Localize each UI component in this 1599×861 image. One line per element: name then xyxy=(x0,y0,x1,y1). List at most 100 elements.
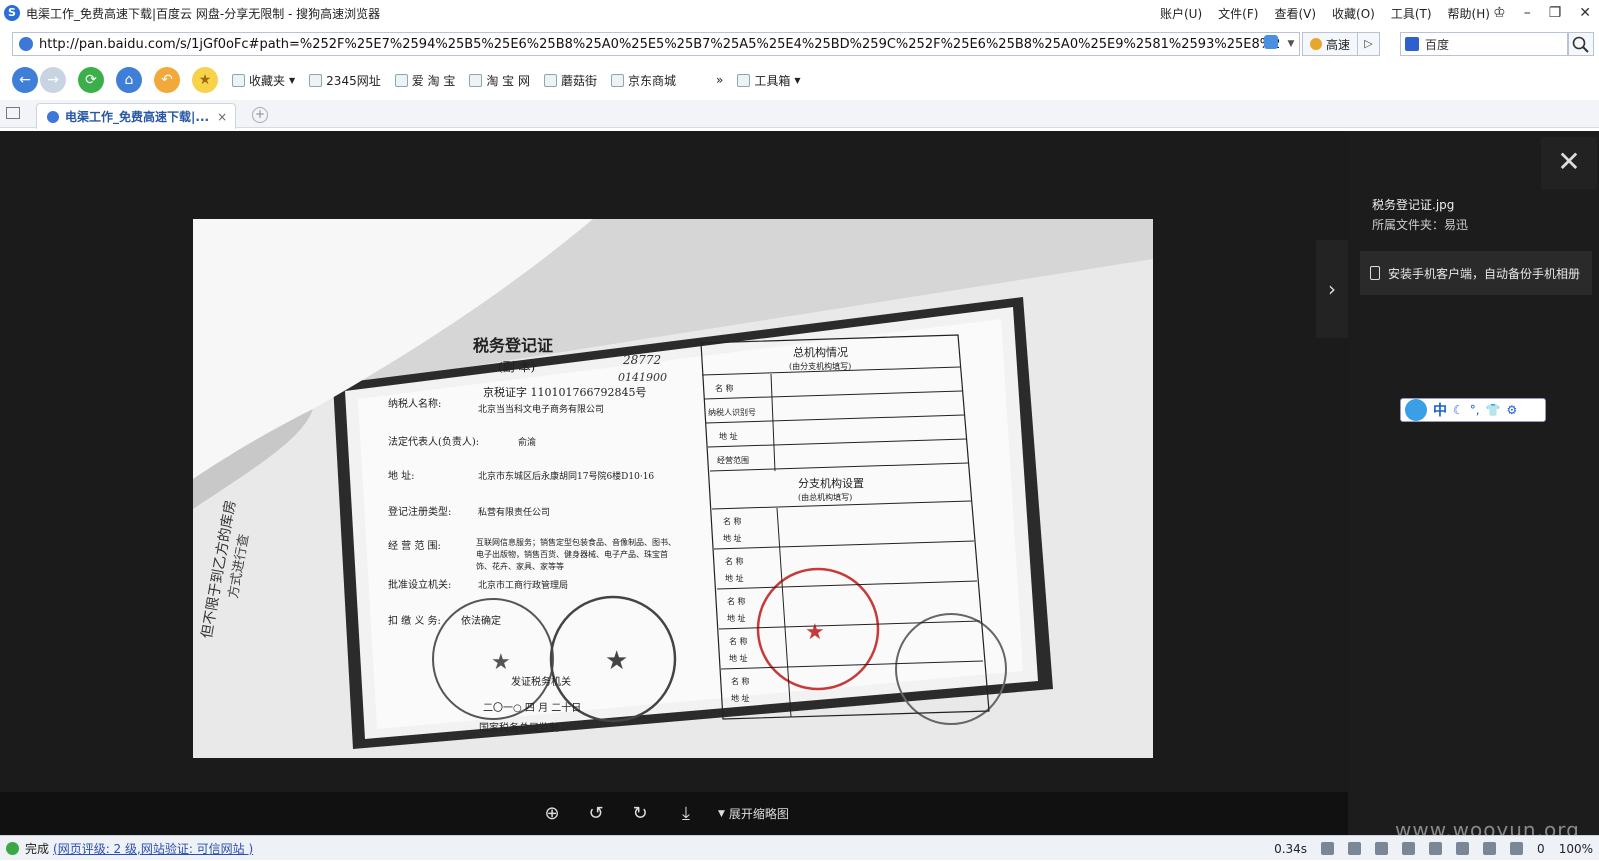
skin-shirt-icon[interactable]: 👕 xyxy=(1486,403,1501,417)
tab-close-button[interactable]: × xyxy=(217,110,227,124)
toolbox-menu[interactable]: 工具箱 ▼ xyxy=(737,72,801,89)
branch-row-label: 地 址 xyxy=(731,693,750,703)
row-value: 北京当当科文电子商务有限公司 xyxy=(478,403,604,415)
address-dropdown-icon[interactable]: ▼ xyxy=(1284,32,1298,56)
refresh-button[interactable]: ⟳ xyxy=(78,67,104,93)
close-window-button[interactable]: ✕ xyxy=(1579,5,1591,21)
page-rating-link[interactable]: (网页评级: 2 级,网站验证: 可信网站 ) xyxy=(53,840,253,857)
back-button[interactable]: ← xyxy=(12,67,38,93)
bookmarks-more-button[interactable]: » xyxy=(716,73,723,87)
download-icon[interactable]: ⤓ xyxy=(674,802,698,826)
bookmark-mogujie[interactable]: 蘑菇街 xyxy=(544,72,597,89)
expand-thumbnails-button[interactable]: ▼ 展开缩略图 xyxy=(718,805,789,822)
speed-readout: 0.34s xyxy=(1274,841,1308,856)
home-button[interactable]: ⌂ xyxy=(116,67,142,93)
zoom-in-icon[interactable]: ⊕ xyxy=(540,802,564,826)
search-button[interactable] xyxy=(1568,32,1594,56)
punctuation-icon[interactable]: °, xyxy=(1470,403,1480,417)
security-shield-icon[interactable] xyxy=(1264,35,1278,49)
eye-icon[interactable] xyxy=(1510,842,1524,855)
row-value: 北京市东城区后永康胡同17号院6楼D10·16 xyxy=(478,470,654,482)
forward-button[interactable]: → xyxy=(40,67,66,93)
right-row-label: 纳税人识别号 xyxy=(708,407,756,417)
go-button[interactable]: ▷ xyxy=(1358,32,1380,56)
menu-file[interactable]: 文件(F) xyxy=(1218,5,1258,22)
next-image-button[interactable]: › xyxy=(1316,240,1348,338)
bookmark-icon xyxy=(469,73,483,87)
search-engine-label: 百度 xyxy=(1425,37,1450,52)
branch-row-label: 地 址 xyxy=(729,653,748,663)
row-label: 登记注册类型: xyxy=(388,505,451,518)
close-viewer-button[interactable]: ✕ xyxy=(1541,137,1597,189)
address-bar[interactable]: http://pan.baidu.com/s/1jGf0oFc#path=%25… xyxy=(12,32,1300,56)
download-tray-icon[interactable] xyxy=(1375,842,1389,855)
row-label: 法定代表人(负责人): xyxy=(388,435,479,448)
favorites-menu[interactable]: 收藏夹 ▼ xyxy=(232,72,295,89)
bookmark-icon xyxy=(394,73,408,87)
row-value: 私营有限责任公司 xyxy=(478,506,550,518)
row-label: 扣 缴 义 务: xyxy=(388,614,441,627)
branch-row-label: 名 称 xyxy=(727,596,746,606)
row-value: 北京市工商行政管理局 xyxy=(478,579,568,591)
cert-number: 京税证字 110101766792845号 xyxy=(483,385,646,399)
bookmark-2345[interactable]: 2345网址 xyxy=(309,72,381,89)
bookmark-aitaobao[interactable]: 爱 淘 宝 xyxy=(394,72,456,89)
chevron-down-icon: ▼ xyxy=(794,75,801,85)
branch-row-label: 名 称 xyxy=(731,676,750,686)
menu-view[interactable]: 查看(V) xyxy=(1274,5,1316,22)
expand-thumbnails-label: 展开缩略图 xyxy=(728,807,789,821)
menu-help[interactable]: 帮助(H) xyxy=(1448,5,1490,22)
favorites-label: 收藏夹 xyxy=(249,73,286,88)
branch-header: 分支机构设置 xyxy=(798,476,864,490)
bookmark-jd[interactable]: 京东商城 xyxy=(611,72,676,89)
zoom-level[interactable]: 100% xyxy=(1559,842,1593,856)
search-input[interactable]: 百度 xyxy=(1400,32,1568,56)
maximize-button[interactable]: ❐ xyxy=(1549,5,1562,21)
bookmark-label: 爱 淘 宝 xyxy=(411,73,456,88)
favorite-star-button[interactable]: ★ xyxy=(192,67,218,93)
new-tab-button[interactable]: + xyxy=(252,107,268,123)
supervised-line: 国家税务总局监制 xyxy=(479,721,559,734)
tab-active[interactable]: 电渠工作_免费高速下载|... × xyxy=(36,103,236,129)
status-text: 完成 xyxy=(25,841,50,856)
window-icon[interactable] xyxy=(1483,842,1497,855)
issuer-line: 发证税务机关 xyxy=(511,675,571,688)
doc-title: 税务登记证 xyxy=(473,336,553,355)
settings-gear-icon[interactable]: ⚙ xyxy=(1507,403,1518,417)
undo-close-button[interactable]: ↶ xyxy=(154,67,180,93)
branch-row-label: 地 址 xyxy=(725,573,744,583)
skin-icon[interactable]: ♔ xyxy=(1493,5,1506,21)
menu-account[interactable]: 账户(U) xyxy=(1160,5,1202,22)
minimize-button[interactable]: – xyxy=(1524,5,1531,21)
menu-favorites[interactable]: 收藏(O) xyxy=(1332,5,1375,22)
bookmark-label: 京东商城 xyxy=(628,73,677,88)
home-tray-icon[interactable] xyxy=(1429,842,1443,855)
rotate-left-icon[interactable]: ↺ xyxy=(584,802,608,826)
rotate-right-icon[interactable]: ↻ xyxy=(628,802,652,826)
sidebar-toggle-icon[interactable] xyxy=(6,107,20,119)
branch-row-label: 名 称 xyxy=(729,636,748,646)
volume-icon[interactable] xyxy=(1402,842,1416,855)
bookmark-label: 淘 宝 网 xyxy=(486,73,530,88)
cut-icon[interactable] xyxy=(1456,842,1470,855)
tax-certificate-photo: 但不限于到乙方的库房 方式进行查 税务登记证 (副 本) 28772 01419… xyxy=(193,219,1153,758)
bookmark-taobao[interactable]: 淘 宝 网 xyxy=(469,72,530,89)
branch-row-label: 地 址 xyxy=(723,533,742,543)
status-bar: 完成 (网页评级: 2 级,网站验证: 可信网站 ) 0.34s 0 100% xyxy=(0,835,1599,860)
viewer-bottom-bar: ⊕ ↺ ↻ ⤓ xyxy=(0,792,1348,835)
date-line: 二〇一○ 四 月 二十日 xyxy=(483,701,581,714)
tab-strip: 电渠工作_免费高速下载|... × + xyxy=(0,100,1599,129)
info-panel xyxy=(1348,131,1599,835)
right-row-label: 地 址 xyxy=(719,431,738,441)
address-url[interactable]: http://pan.baidu.com/s/1jGf0oFc#path=%25… xyxy=(39,37,1279,52)
fast-mode-button[interactable]: 高速 xyxy=(1302,32,1358,56)
install-client-banner[interactable]: 安装手机客户端，自动备份手机相册 xyxy=(1360,251,1592,295)
person-icon[interactable] xyxy=(1348,842,1362,855)
handwritten-number-1: 28772 xyxy=(622,353,661,367)
ime-language-label[interactable]: 中 xyxy=(1433,400,1447,420)
moon-icon[interactable]: ☾ xyxy=(1453,403,1464,417)
menu-tools[interactable]: 工具(T) xyxy=(1391,5,1432,22)
ime-toolbar[interactable]: 中 ☾ °, 👕 ⚙ xyxy=(1400,398,1546,422)
search-engine-icon[interactable] xyxy=(1405,37,1419,51)
edit-icon[interactable] xyxy=(1321,842,1335,855)
